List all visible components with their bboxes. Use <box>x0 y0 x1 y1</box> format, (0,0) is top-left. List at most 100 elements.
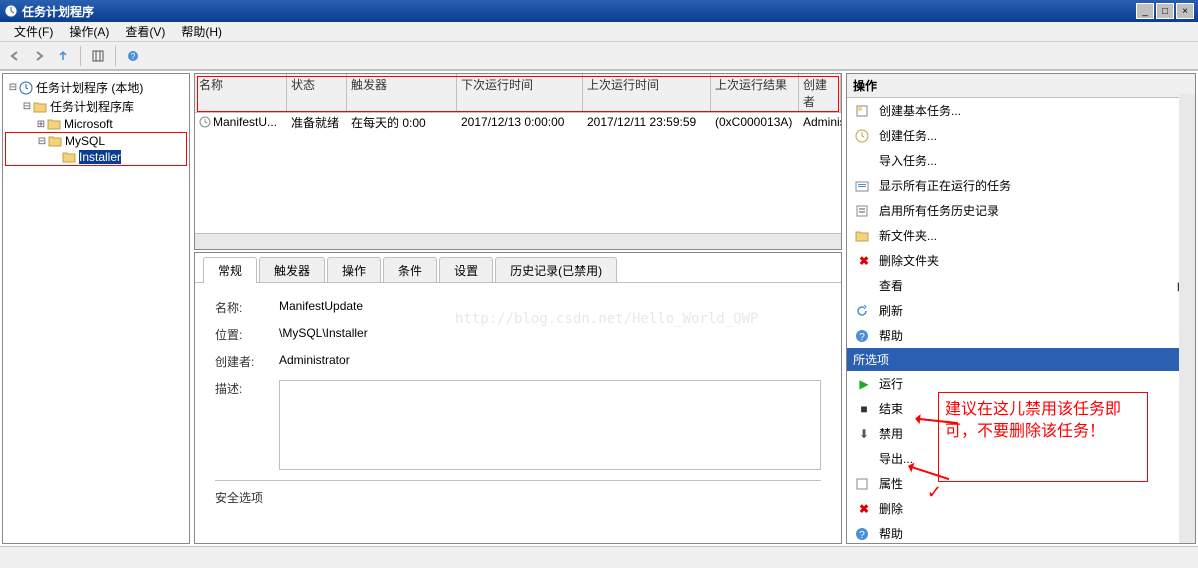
action-label: 查看 <box>879 277 1178 294</box>
menu-help[interactable]: 帮助(H) <box>173 21 230 42</box>
help-button[interactable]: ? <box>122 45 144 67</box>
window-controls: _ □ × <box>1136 3 1194 19</box>
annotation-red-box: ⊟ MySQL Installer <box>5 132 187 166</box>
action-properties[interactable]: 属性 <box>847 471 1195 496</box>
name-label: 名称: <box>215 299 279 316</box>
toolbar-separator <box>115 46 116 66</box>
refresh-icon <box>855 304 873 318</box>
action-label: 创建任务... <box>879 127 1187 144</box>
svg-text:?: ? <box>859 332 865 343</box>
vertical-scrollbar[interactable] <box>1179 94 1195 543</box>
action-label: 帮助 <box>879 327 1187 344</box>
svg-text:?: ? <box>859 530 865 541</box>
horizontal-scrollbar[interactable] <box>195 233 841 249</box>
col-author[interactable]: 创建者 <box>799 74 841 112</box>
action-delete-folder[interactable]: ✖ 删除文件夹 <box>847 248 1195 273</box>
titlebar: 任务计划程序 _ □ × <box>0 0 1198 22</box>
minimize-button[interactable]: _ <box>1136 3 1154 19</box>
author-value: Administrator <box>279 353 821 367</box>
stop-icon: ■ <box>855 402 873 416</box>
col-last-result[interactable]: 上次运行结果 <box>711 74 799 112</box>
action-create-task[interactable]: 创建任务... <box>847 123 1195 148</box>
location-label: 位置: <box>215 326 279 343</box>
task-icon <box>855 129 873 143</box>
action-create-basic[interactable]: 创建基本任务... <box>847 98 1195 123</box>
desc-label: 描述: <box>215 380 279 397</box>
tree-microsoft-label: Microsoft <box>64 117 113 131</box>
tab-conditions[interactable]: 条件 <box>383 257 437 283</box>
maximize-button[interactable]: □ <box>1156 3 1174 19</box>
clock-icon <box>4 4 18 18</box>
tree-toggle-icon[interactable]: ⊟ <box>7 82 19 93</box>
action-new-folder[interactable]: 新文件夹... <box>847 223 1195 248</box>
tree-library-label: 任务计划程序库 <box>50 98 134 115</box>
tab-settings[interactable]: 设置 <box>439 257 493 283</box>
action-label: 删除 <box>879 500 1187 517</box>
col-status[interactable]: 状态 <box>287 74 347 112</box>
history-icon <box>855 204 873 218</box>
menu-action[interactable]: 操作(A) <box>61 21 117 42</box>
tree-toggle-icon[interactable]: ⊟ <box>36 136 48 147</box>
col-last-run[interactable]: 上次运行时间 <box>583 74 711 112</box>
action-label: 运行 <box>879 375 1187 392</box>
tab-actions[interactable]: 操作 <box>327 257 381 283</box>
author-label: 创建者: <box>215 353 279 370</box>
tree-installer[interactable]: Installer <box>6 149 186 165</box>
disable-icon: ⬇ <box>855 427 873 441</box>
clock-icon <box>199 116 211 128</box>
action-label: 帮助 <box>879 525 1187 542</box>
columns-button[interactable] <box>87 45 109 67</box>
action-label: 导出... <box>879 450 1187 467</box>
action-export[interactable]: 导出... <box>847 446 1195 471</box>
tree-microsoft[interactable]: ⊞ Microsoft <box>5 116 187 132</box>
folder-icon <box>48 135 62 147</box>
tree-toggle-icon[interactable]: ⊞ <box>35 119 47 130</box>
toolbar: ? <box>0 42 1198 70</box>
task-list: 名称 状态 触发器 下次运行时间 上次运行时间 上次运行结果 创建者 Manif… <box>194 73 842 250</box>
task-last-run: 2017/12/11 23:59:59 <box>583 114 711 130</box>
tree-root[interactable]: ⊟ 任务计划程序 (本地) <box>5 78 187 97</box>
action-help[interactable]: ? 帮助 <box>847 323 1195 348</box>
action-run[interactable]: ▶ 运行 <box>847 371 1195 396</box>
action-help-2[interactable]: ? 帮助 <box>847 521 1195 544</box>
name-value: ManifestUpdate <box>279 299 821 313</box>
forward-button[interactable] <box>28 45 50 67</box>
action-refresh[interactable]: 刷新 <box>847 298 1195 323</box>
tree-toggle-icon[interactable]: ⊟ <box>21 101 33 112</box>
action-disable[interactable]: ⬇ 禁用 <box>847 421 1195 446</box>
window-title: 任务计划程序 <box>22 3 1136 20</box>
action-show-running[interactable]: 显示所有正在运行的任务 <box>847 173 1195 198</box>
action-view[interactable]: 查看 ▶ <box>847 273 1195 298</box>
back-button[interactable] <box>4 45 26 67</box>
running-tasks-icon <box>855 179 873 193</box>
menu-view[interactable]: 查看(V) <box>117 21 173 42</box>
selected-item-header: 所选项 ▴ <box>847 348 1195 371</box>
action-delete[interactable]: ✖ 删除 <box>847 496 1195 521</box>
menubar: 文件(F) 操作(A) 查看(V) 帮助(H) <box>0 22 1198 42</box>
tab-general[interactable]: 常规 <box>203 257 257 283</box>
menu-file[interactable]: 文件(F) <box>6 21 61 42</box>
help-icon: ? <box>855 329 873 343</box>
action-enable-history[interactable]: 启用所有任务历史记录 <box>847 198 1195 223</box>
tree-mysql[interactable]: ⊟ MySQL <box>6 133 186 149</box>
tab-triggers[interactable]: 触发器 <box>259 257 325 283</box>
tree-root-label: 任务计划程序 (本地) <box>36 79 143 96</box>
folder-open-icon <box>62 151 76 163</box>
up-button[interactable] <box>52 45 74 67</box>
col-next-run[interactable]: 下次运行时间 <box>457 74 583 112</box>
col-name[interactable]: 名称 <box>195 74 287 112</box>
close-button[interactable]: × <box>1176 3 1194 19</box>
tree-library[interactable]: ⊟ 任务计划程序库 <box>5 97 187 116</box>
task-row[interactable]: ManifestU... 准备就绪 在每天的 0:00 2017/12/13 0… <box>195 113 841 131</box>
task-name: ManifestU... <box>213 115 277 129</box>
task-author: Administ <box>799 114 841 130</box>
action-end[interactable]: ■ 结束 <box>847 396 1195 421</box>
description-textarea[interactable] <box>279 380 821 470</box>
help-icon: ? <box>855 527 873 541</box>
toolbar-separator <box>80 46 81 66</box>
col-triggers[interactable]: 触发器 <box>347 74 457 112</box>
tab-history[interactable]: 历史记录(已禁用) <box>495 257 617 283</box>
new-folder-icon <box>855 230 873 242</box>
action-import[interactable]: 导入任务... <box>847 148 1195 173</box>
action-label: 删除文件夹 <box>879 252 1187 269</box>
